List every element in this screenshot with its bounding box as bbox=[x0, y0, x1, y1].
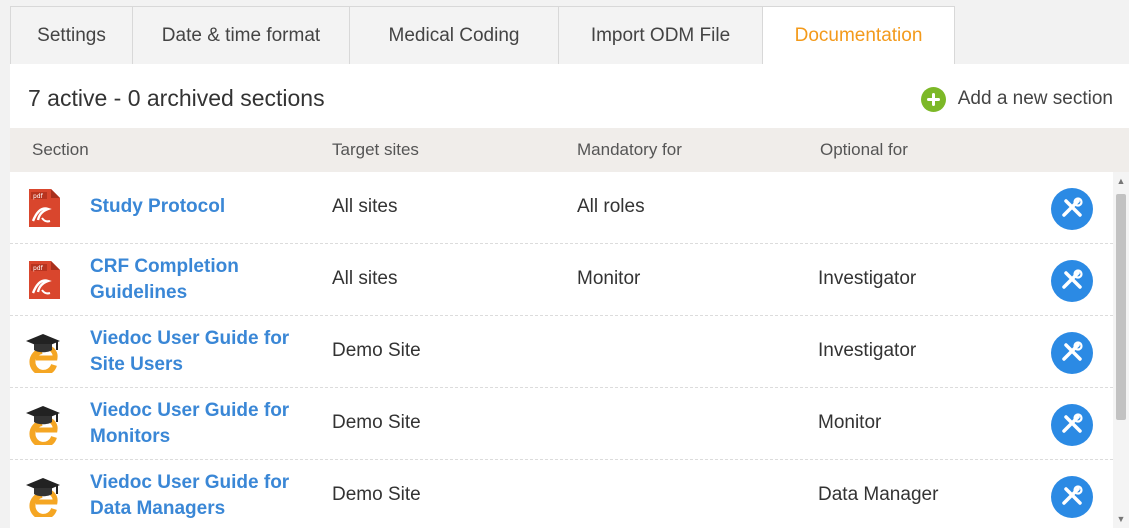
section-count-title: 7 active - 0 archived sections bbox=[28, 85, 325, 111]
documentation-panel: 7 active - 0 archived sections Add a new… bbox=[10, 64, 1129, 528]
edit-section-button[interactable] bbox=[1051, 188, 1093, 230]
optional-for-cell: Investigator bbox=[818, 268, 917, 289]
optional-for-cell: Investigator bbox=[818, 340, 917, 361]
column-header-target-sites: Target sites bbox=[332, 140, 419, 159]
target-sites-cell: Demo Site bbox=[332, 340, 421, 361]
elearning-icon bbox=[24, 475, 68, 520]
target-sites-cell: Demo Site bbox=[332, 412, 421, 433]
section-link-viedoc-user-guide-monitors[interactable]: Viedoc User Guide for Monitors bbox=[90, 398, 310, 450]
edit-section-button[interactable] bbox=[1051, 476, 1093, 518]
svg-text:pdf: pdf bbox=[33, 193, 44, 200]
table-row: Viedoc User Guide for Data Managers Demo… bbox=[10, 460, 1113, 528]
section-link-crf-completion-guidelines[interactable]: CRF Completion Guidelines bbox=[90, 254, 310, 306]
column-header-optional-for: Optional for bbox=[820, 140, 908, 159]
target-sites-cell: All sites bbox=[332, 196, 398, 217]
add-new-section-button[interactable]: Add a new section bbox=[920, 86, 1113, 112]
table-header: Section Target sites Mandatory for Optio… bbox=[10, 128, 1129, 172]
edit-section-button[interactable] bbox=[1051, 332, 1093, 374]
scroll-up-arrow-icon[interactable]: ▲ bbox=[1113, 174, 1129, 188]
tools-icon bbox=[1062, 413, 1083, 433]
svg-text:pdf: pdf bbox=[33, 265, 44, 272]
mandatory-for-cell: Monitor bbox=[577, 268, 641, 289]
vertical-scrollbar[interactable]: ▲ ▼ bbox=[1113, 172, 1129, 528]
add-new-section-label: Add a new section bbox=[957, 88, 1113, 109]
column-header-section: Section bbox=[32, 140, 89, 159]
table-row: pdf Study Protocol All sites All roles bbox=[10, 172, 1113, 244]
tab-date-time-format[interactable]: Date & time format bbox=[132, 6, 350, 64]
tools-icon bbox=[1062, 197, 1083, 217]
table-row: Viedoc User Guide for Site Users Demo Si… bbox=[10, 316, 1113, 388]
settings-tabs: Settings Date & time format Medical Codi… bbox=[10, 6, 955, 65]
section-link-viedoc-user-guide-data-managers[interactable]: Viedoc User Guide for Data Managers bbox=[90, 470, 310, 522]
elearning-icon bbox=[24, 331, 68, 376]
optional-for-cell: Data Manager bbox=[818, 484, 939, 505]
target-sites-cell: All sites bbox=[332, 268, 398, 289]
pdf-icon: pdf bbox=[24, 259, 68, 301]
pdf-icon: pdf bbox=[24, 187, 68, 229]
section-link-viedoc-user-guide-site-users[interactable]: Viedoc User Guide for Site Users bbox=[90, 326, 310, 378]
scroll-down-arrow-icon[interactable]: ▼ bbox=[1113, 512, 1129, 526]
target-sites-cell: Demo Site bbox=[332, 484, 421, 505]
edit-section-button[interactable] bbox=[1051, 404, 1093, 446]
tools-icon bbox=[1062, 341, 1083, 361]
add-circle-icon bbox=[920, 86, 946, 112]
tools-icon bbox=[1062, 485, 1083, 505]
tab-settings[interactable]: Settings bbox=[10, 6, 133, 64]
tab-medical-coding[interactable]: Medical Coding bbox=[349, 6, 559, 64]
tab-import-odm-file[interactable]: Import ODM File bbox=[558, 6, 763, 64]
table-row: Viedoc User Guide for Monitors Demo Site… bbox=[10, 388, 1113, 460]
edit-section-button[interactable] bbox=[1051, 260, 1093, 302]
section-link-study-protocol[interactable]: Study Protocol bbox=[90, 194, 310, 220]
optional-for-cell: Monitor bbox=[818, 412, 882, 433]
column-header-mandatory-for: Mandatory for bbox=[577, 140, 682, 159]
sections-table-body: pdf Study Protocol All sites All roles p… bbox=[10, 172, 1113, 528]
mandatory-for-cell: All roles bbox=[577, 196, 645, 217]
tab-documentation[interactable]: Documentation bbox=[762, 6, 955, 65]
table-row: pdf CRF Completion Guidelines All sites … bbox=[10, 244, 1113, 316]
summary-bar: 7 active - 0 archived sections Add a new… bbox=[10, 64, 1129, 128]
tools-icon bbox=[1062, 269, 1083, 289]
scrollbar-thumb[interactable] bbox=[1116, 194, 1126, 420]
elearning-icon bbox=[24, 403, 68, 448]
